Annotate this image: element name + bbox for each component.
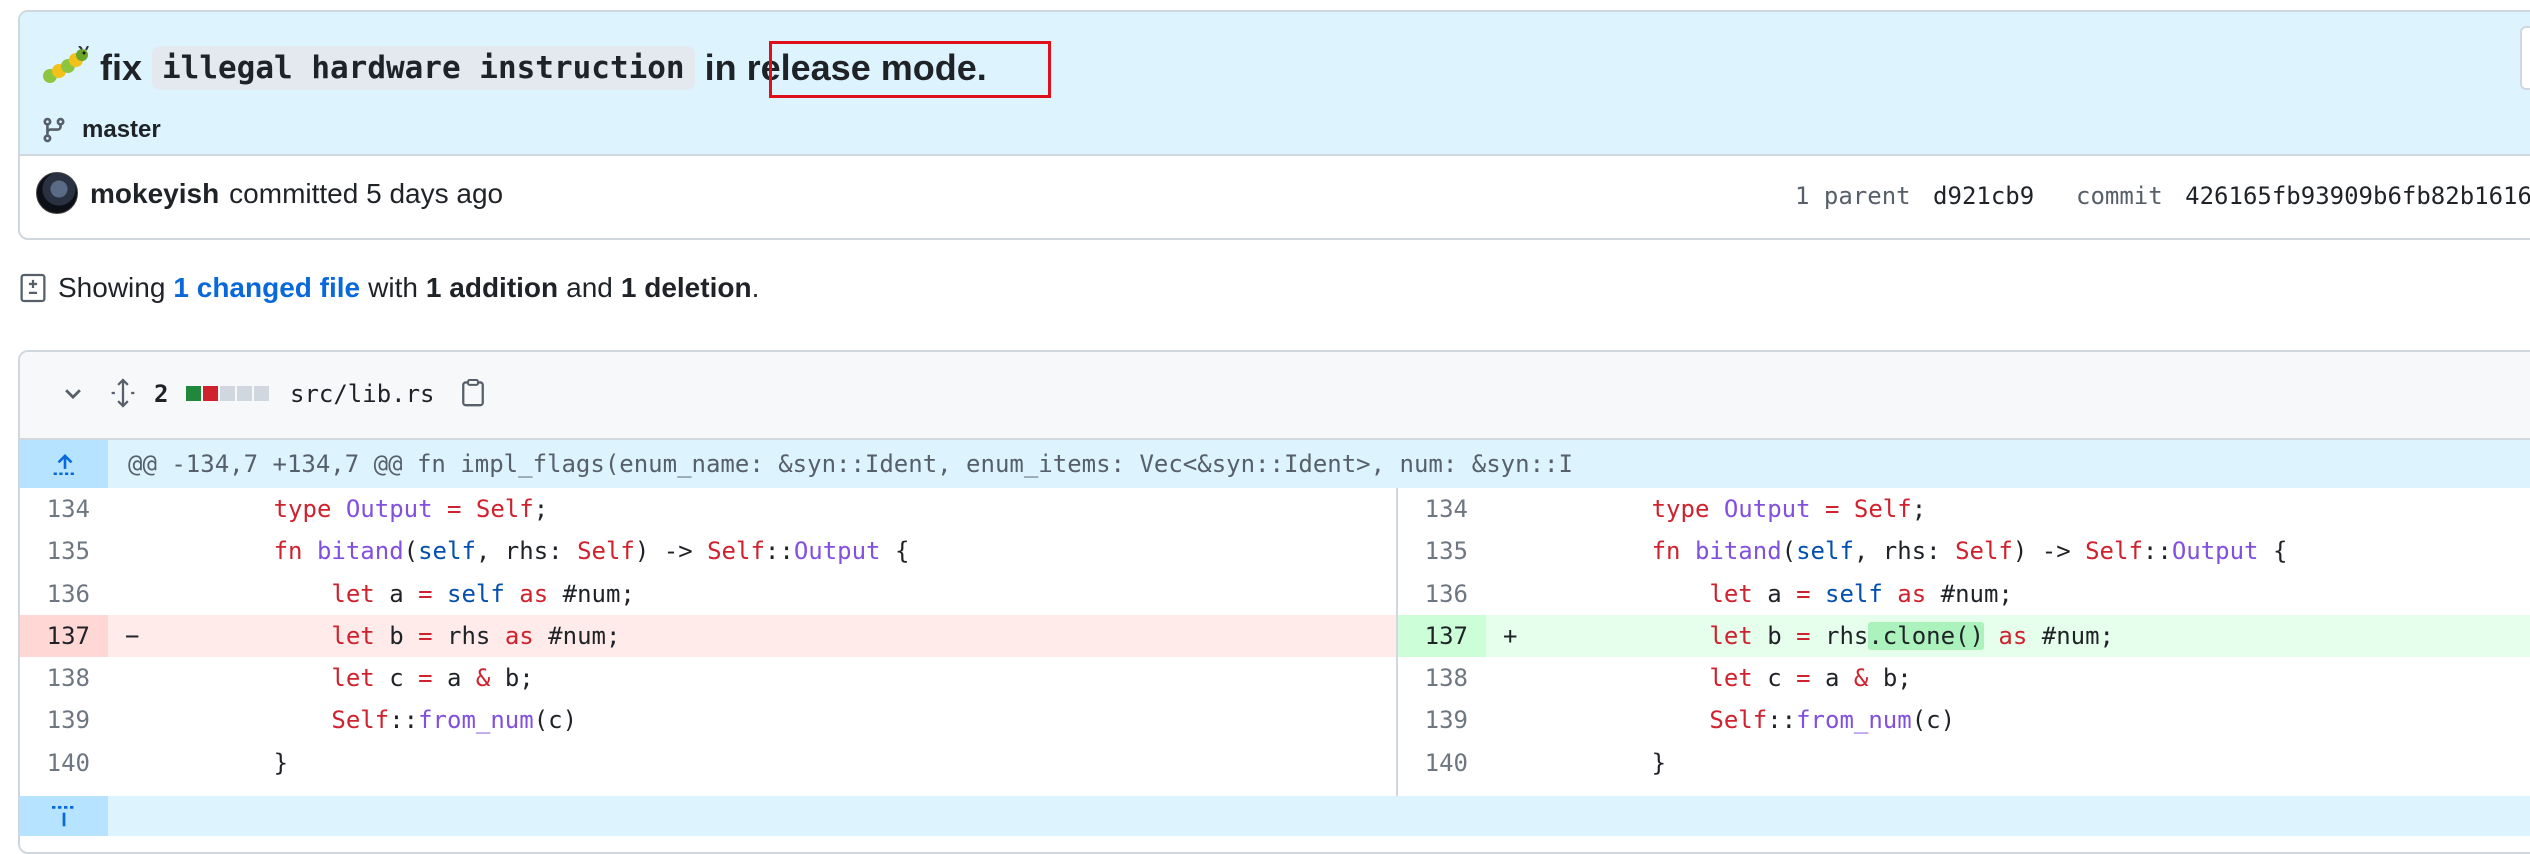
split-diff: 134 type Output = Self; 135 fn bitand(sel… [20, 488, 2530, 796]
line-number[interactable]: 139 [20, 699, 108, 741]
code-text: type Output = Self; [273, 495, 549, 523]
branch-name: master [82, 116, 161, 143]
line-number[interactable]: 137 [20, 614, 108, 658]
diff-sign: + [1503, 621, 1518, 650]
code-text: fn bitand(self, rhs: Self) -> Self::Outp… [1651, 537, 2288, 566]
context-line: 134 type Output = Self; [20, 488, 1396, 530]
browse-files-button-edge[interactable] [2520, 26, 2530, 90]
deleted-line: 137− let b = rhs as #num; [20, 614, 1396, 658]
code-text: let c = a & b; [331, 664, 534, 693]
line-number[interactable]: 138 [1398, 657, 1486, 699]
expand-down-icon [52, 806, 76, 827]
git-branch-icon [43, 117, 65, 143]
context-line: 138 let c = a & b; [20, 657, 1396, 699]
line-number[interactable]: 140 [20, 742, 108, 784]
diffstat-neutral-block [237, 386, 252, 401]
branch-indicator[interactable]: master [40, 116, 161, 144]
parent-info: 1 parent d921cb9 [1795, 182, 2034, 210]
context-line: 136 let a = self as #num; [1398, 573, 2530, 615]
line-number[interactable]: 135 [20, 530, 108, 572]
file-header: 2 src/lib.rs [20, 352, 2530, 440]
highlight-annotation-box [769, 41, 1051, 98]
diff-sign: − [125, 621, 140, 650]
summary-period: . [751, 272, 760, 303]
summary-additions: 1 addition [425, 272, 559, 303]
copy-icon[interactable] [460, 378, 486, 408]
right-diff-pane: 134 type Output = Self; 135 fn bitand(sel… [1398, 488, 2530, 796]
added-line: 137 + let b = rhs.clone() as #num; [1398, 614, 2530, 658]
context-line: 138 let c = a & b; [1398, 657, 2530, 699]
expand-up-icon [53, 454, 77, 476]
commit-title-code: illegal hardware instruction [152, 46, 695, 90]
code-text: type Output = Self; [1651, 495, 1927, 523]
code-text: let c = a & b; [1709, 664, 1912, 693]
line-number[interactable]: 137 [1398, 614, 1486, 658]
context-line: 139 Self::from_num(c) [20, 699, 1396, 741]
context-line: 135 fn bitand(self, rhs: Self) -> Self::… [20, 530, 1396, 572]
line-number[interactable]: 136 [20, 573, 108, 615]
commit-title-prefix: fix [100, 47, 143, 88]
unfold-icon[interactable] [110, 378, 136, 408]
line-number[interactable]: 134 [20, 488, 108, 530]
commit-sha-info: commit 426165fb93909b6fb82b1616 [2076, 182, 2530, 210]
commit-meta: mokeyish committed 5 days ago 1 parent d… [20, 156, 2530, 238]
diffstat-add-block [186, 386, 201, 401]
line-number[interactable]: 139 [1398, 699, 1486, 741]
diffstat-del-block [203, 386, 218, 401]
change-count: 2 [154, 380, 169, 408]
left-diff-pane: 134 type Output = Self; 135 fn bitand(sel… [20, 488, 1398, 796]
line-number[interactable]: 134 [1398, 488, 1486, 530]
summary-deletions: 1 deletion [620, 272, 752, 303]
summary-with: with [368, 272, 418, 303]
context-line: 135 fn bitand(self, rhs: Self) -> Self::… [1398, 530, 2530, 572]
context-line: 140 } [1398, 742, 2530, 784]
author-name[interactable]: mokeyish [90, 178, 219, 210]
commit-title-area: fix illegal hardware instruction in rele… [20, 12, 2530, 156]
file-diff-icon [20, 273, 46, 303]
commit-label: commit [2076, 182, 2163, 210]
context-line: 139 Self::from_num(c) [1398, 699, 2530, 741]
code-text: } [158, 748, 289, 777]
commit-sha[interactable]: 426165fb93909b6fb82b1616 [2185, 182, 2530, 210]
committed-time: committed 5 days ago [229, 178, 504, 209]
context-line: 134 type Output = Self; [1398, 488, 2530, 530]
line-number[interactable]: 138 [20, 657, 108, 699]
code-text: let b = rhs.clone() as #num; [1709, 621, 2115, 650]
context-line: 136 let a = self as #num; [20, 573, 1396, 615]
code-text: let a = self as #num; [1709, 579, 2013, 608]
avatar[interactable] [36, 172, 78, 214]
code-text: let a = self as #num; [331, 579, 635, 608]
code-text: let b = rhs as #num; [331, 621, 621, 650]
hunk-header-row: @@ -134,7 +134,7 @@ fn impl_flags(enum_n… [20, 440, 2530, 488]
chevron-down-icon[interactable] [62, 382, 84, 404]
diff-summary: Showing 1 changed file with 1 addition a… [20, 272, 759, 304]
parent-label: 1 parent [1795, 182, 1911, 210]
line-number[interactable]: 135 [1398, 530, 1486, 572]
author-line: mokeyish committed 5 days ago [90, 178, 503, 210]
summary-showing: Showing [58, 272, 166, 303]
code-text: Self::from_num(c) [331, 706, 578, 735]
code-text: Self::from_num(c) [1709, 706, 1956, 735]
line-number[interactable]: 140 [1398, 742, 1486, 784]
context-line: 140 } [20, 742, 1396, 784]
diffstat-neutral-block [220, 386, 235, 401]
hunk-header-text: @@ -134,7 +134,7 @@ fn impl_flags(enum_n… [128, 450, 1573, 478]
commit-header-box: fix illegal hardware instruction in rele… [18, 10, 2530, 240]
changed-files-link[interactable]: 1 changed file [173, 272, 360, 304]
code-text: fn bitand(self, rhs: Self) -> Self::Outp… [273, 537, 910, 566]
summary-and: and [566, 272, 613, 303]
diffstat-neutral-block [254, 386, 269, 401]
diffstat-bar [186, 386, 269, 401]
hunk-footer-row [20, 796, 2530, 836]
file-diff-box: 2 src/lib.rs @@ -134,7 +134,7 @@ fn impl… [18, 350, 2530, 854]
line-number[interactable]: 136 [1398, 573, 1486, 615]
bug-emoji-icon [43, 46, 89, 83]
code-text: } [1536, 748, 1667, 777]
expand-down-button[interactable] [20, 796, 108, 836]
commit-title-in: in [704, 47, 737, 88]
parent-sha-link[interactable]: d921cb9 [1933, 182, 2034, 210]
file-name-link[interactable]: src/lib.rs [290, 380, 435, 408]
expand-up-button[interactable] [20, 440, 108, 488]
